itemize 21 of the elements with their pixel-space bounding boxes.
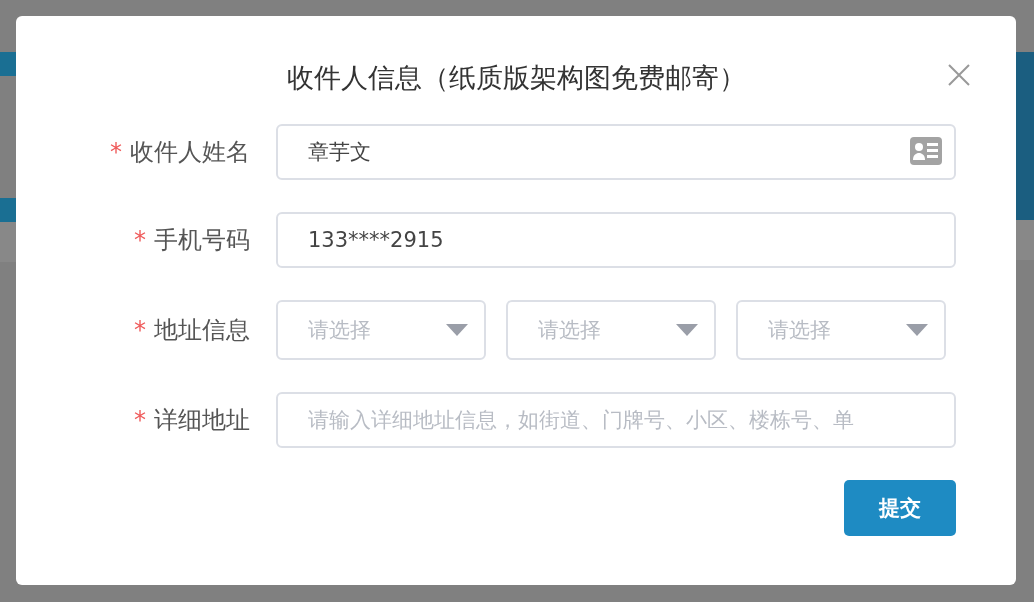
text-field[interactable]: 请输入详细地址信息，如街道、门牌号、小区、楼栋号、单: [276, 392, 956, 448]
text-field[interactable]: 章芋文: [276, 124, 956, 180]
select-field[interactable]: 请选择: [736, 300, 946, 360]
select-field[interactable]: 请选择: [506, 300, 716, 360]
required-mark: *: [134, 316, 146, 344]
caret-icon: [906, 324, 928, 336]
field-label: 详细地址: [154, 405, 250, 436]
field-label: 收件人姓名: [130, 137, 250, 168]
required-mark: *: [134, 406, 146, 434]
required-mark: *: [110, 138, 122, 166]
submit-button[interactable]: 提交: [844, 480, 956, 536]
text-field[interactable]: 133****2915: [276, 212, 956, 268]
caret-icon: [446, 324, 468, 336]
close-icon[interactable]: [948, 64, 970, 86]
contact-card-icon[interactable]: [910, 137, 942, 165]
select-field[interactable]: 请选择: [276, 300, 486, 360]
field-label: 手机号码: [154, 225, 250, 256]
field-label: 地址信息: [154, 315, 250, 346]
required-mark: *: [134, 226, 146, 254]
dialog-title: 收件人信息（纸质版架构图免费邮寄）: [285, 61, 747, 95]
caret-icon: [676, 324, 698, 336]
